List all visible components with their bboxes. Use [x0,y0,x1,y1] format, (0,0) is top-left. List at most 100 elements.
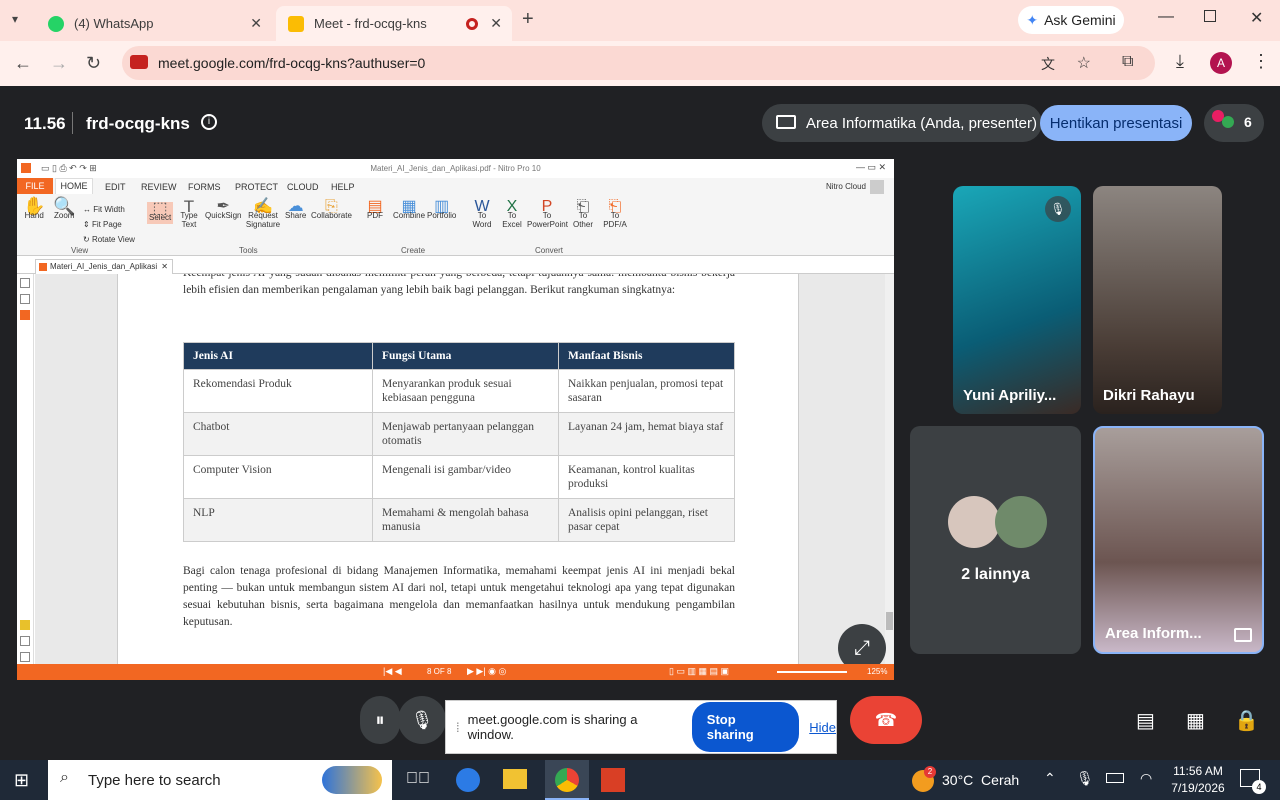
profile-avatar[interactable]: A [1210,52,1232,74]
self-tile[interactable]: Area Inform... [1093,426,1264,654]
ask-gemini-button[interactable]: ✦ Ask Gemini [1018,6,1124,34]
to-powerpoint-tool[interactable]: P To PowerPoint [527,199,568,230]
ribbon-tab-edit[interactable]: EDIT [105,182,126,192]
tab-whatsapp[interactable]: (4) WhatsApp ✕ [36,6,272,41]
comments-panel-icon[interactable] [20,620,30,630]
fit-width-button[interactable]: ↔ Fit Width [83,202,135,217]
weather-text[interactable]: 30°C Cerah [942,772,1019,788]
collaborate-tool[interactable]: ⎘ Collaborate [311,199,352,221]
fit-page-button[interactable]: ⇕ Fit Page [83,217,135,232]
microphone-button[interactable]: 🎙 [398,696,446,744]
type-text-label: Type Text [180,211,198,229]
pip-icon[interactable] [1234,628,1252,642]
windows-start-icon[interactable]: ⊞ [14,770,29,791]
fit-width-label: Fit Width [93,205,125,214]
forward-icon[interactable]: → [50,53,68,74]
participant-tile[interactable]: Dikri Rahayu [1093,186,1222,414]
clock-date[interactable]: 7/19/2026 [1168,781,1228,795]
tray-chevron-icon[interactable]: ⌃ [1044,770,1056,787]
taskbar-search-box[interactable]: ⌕ Type here to search [48,760,392,800]
tab-meet[interactable]: Meet - frd-ocqg-kns ✕ [276,6,512,41]
output-panel-icon[interactable] [20,652,30,662]
end-call-button[interactable]: ☎ [850,696,922,744]
page-nav-first-prev-icons[interactable]: |◀ ◀ [383,666,402,677]
ribbon-tab-review[interactable]: REVIEW [141,182,177,192]
stop-presenting-button[interactable]: Hentikan presentasi [1040,105,1192,141]
nitro-taskbar-icon[interactable] [601,768,625,792]
wifi-icon[interactable]: ◠ [1140,770,1152,787]
view-mode-icons[interactable]: ▯ ▭ ▥ ▦ ▤ ▣ [669,666,729,677]
pages-panel-icon[interactable] [20,278,30,288]
divider [72,112,73,134]
clock-time[interactable]: 11:56 AM [1168,764,1228,778]
audio-levels-icon[interactable]: ⏸ [360,696,400,744]
close-document-icon[interactable]: ✕ [161,260,168,274]
search-icon: ⌕ [60,769,69,786]
bookmarks-panel-icon[interactable] [20,294,30,304]
bookmark-star-icon[interactable]: ☆ [1077,53,1091,73]
hand-tool[interactable]: ✋ Hand [23,197,45,220]
extensions-icon[interactable]: ⧉ [1122,53,1133,71]
ribbon-tab-cloud[interactable]: CLOUD [287,182,319,192]
reload-icon[interactable]: ↻ [86,53,101,74]
others-label: 2 lainnya [961,566,1030,583]
menu-kebab-icon[interactable]: ⋮ [1252,51,1270,72]
ribbon-tab-file[interactable]: FILE [17,178,53,194]
nitro-cloud-account[interactable]: Nitro Cloud [826,182,866,191]
ribbon-tab-protect[interactable]: PROTECT [235,182,278,192]
zoom-slider[interactable] [777,671,847,673]
vertical-scrollbar[interactable] [885,274,894,664]
host-controls-icon[interactable]: 🔒 [1234,708,1259,733]
zoom-tool[interactable]: 🔍 Zoom [53,197,75,220]
to-excel-tool[interactable]: X To Excel [501,199,523,230]
rotate-view-button[interactable]: ↻ Rotate View [83,232,135,247]
to-pdfa-tool[interactable]: ⎗ To PDF/A [601,199,629,230]
new-tab-icon[interactable]: + [522,8,534,31]
scrollbar-thumb[interactable] [886,612,893,630]
minimize-icon[interactable]: — [1158,8,1174,26]
close-tab-icon[interactable]: ✕ [490,15,502,32]
document-tab[interactable]: Materi_AI_Jenis_dan_Aplikasi ✕ [35,259,173,274]
battery-icon[interactable] [1106,773,1124,783]
request-signature-tool[interactable]: ✍ Request Signature [243,199,283,230]
type-text-tool[interactable]: T Type Text [177,198,201,229]
info-icon[interactable]: i [201,114,217,130]
hide-link[interactable]: Hide [809,720,836,735]
app-icon[interactable] [456,768,480,792]
tray-mic-icon[interactable]: 🎙 [1076,770,1094,787]
window-controls[interactable]: — ▭ ✕ [856,162,886,173]
close-tab-icon[interactable]: ✕ [250,15,262,32]
stop-sharing-button[interactable]: Stop sharing [691,702,800,752]
ribbon-tab-forms[interactable]: FORMS [188,182,221,192]
ribbon-tab-help[interactable]: HELP [331,182,355,192]
others-tile[interactable]: 2 lainnya [910,426,1081,654]
pdf-tool[interactable]: ▤ PDF [367,199,383,221]
participant-tile[interactable]: 🎙 Yuni Apriliy... [953,186,1081,414]
translate-icon[interactable]: ⽂ [1041,54,1055,74]
maximize-icon[interactable] [1204,10,1216,22]
back-icon[interactable]: ← [14,53,32,74]
to-other-tool[interactable]: ⎗ To Other [569,199,597,230]
page-nav-next-last-icons[interactable]: ▶ ▶| ◉ ◎ [467,666,506,677]
close-window-icon[interactable]: ✕ [1250,8,1263,28]
portfolio-tool[interactable]: ▥ Portfolio [427,199,456,221]
file-explorer-icon[interactable] [503,769,527,789]
share-tool[interactable]: ☁ Share [285,199,306,221]
select-tool[interactable]: ⬚ Select [147,201,174,224]
attachments-panel-icon[interactable] [20,310,30,320]
chrome-taskbar-button[interactable] [545,760,589,800]
activities-grid-icon[interactable]: ▦ [1186,708,1205,733]
document-viewport[interactable]: Keempat jenis AI yang sudah dibahas memi… [35,274,885,664]
fields-panel-icon[interactable] [20,636,30,646]
quicksign-tool[interactable]: ✒ QuickSign [205,199,241,221]
participants-button[interactable]: 6 [1204,104,1264,142]
combine-tool[interactable]: ▦ Combine [393,199,425,221]
download-icon[interactable]: ⤓ [1176,51,1184,72]
chat-icon[interactable]: ▤ [1136,708,1155,733]
url-bar[interactable]: meet.google.com/frd-ocqg-kns?authuser=0 … [122,46,1155,80]
drag-handle-icon[interactable]: ⁞ [456,720,460,735]
task-view-icon[interactable]: ▯⃥ [406,770,430,788]
tab-search-chevron-icon[interactable]: ▾ [12,12,18,26]
to-word-tool[interactable]: W To Word [471,199,493,230]
ribbon-tab-home[interactable]: HOME [55,178,93,194]
